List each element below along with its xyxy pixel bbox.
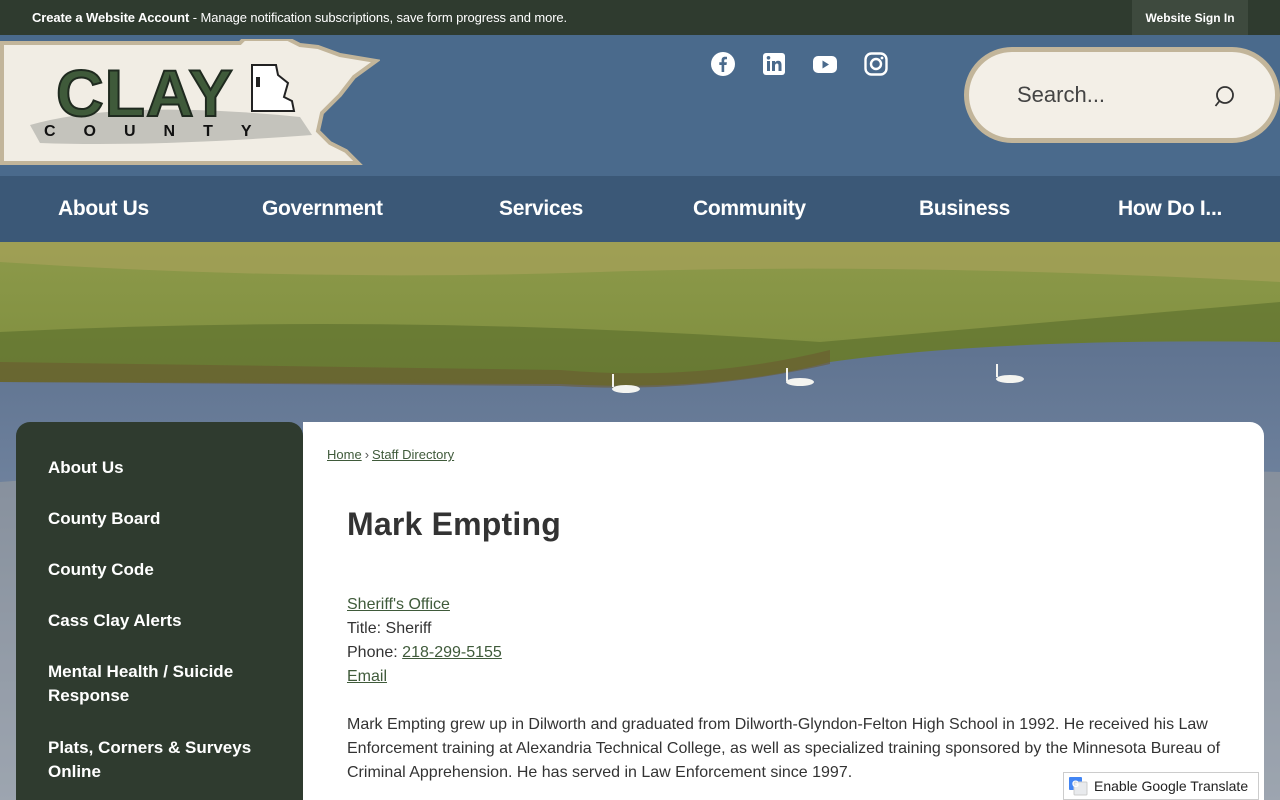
instagram-icon[interactable] <box>863 51 889 77</box>
phone-link[interactable]: 218-299-5155 <box>402 644 502 661</box>
linkedin-icon[interactable] <box>761 51 787 77</box>
title-line: Title: Sheriff <box>347 617 502 641</box>
create-account-link[interactable]: Create a Website Account <box>32 10 189 25</box>
svg-text:CLAY: CLAY <box>56 56 234 130</box>
facebook-icon[interactable] <box>710 51 736 77</box>
phone-line: Phone: 218-299-5155 <box>347 641 502 665</box>
nav-how-do-i[interactable]: How Do I... <box>1118 176 1222 242</box>
sidebar-item-cass-clay-alerts[interactable]: Cass Clay Alerts <box>48 609 278 633</box>
top-bar: Create a Website Account - Manage notifi… <box>0 0 1280 35</box>
email-link[interactable]: Email <box>347 668 387 685</box>
sidebar-item-county-code[interactable]: County Code <box>48 558 278 582</box>
phone-label: Phone: <box>347 644 398 661</box>
main-navigation: About Us Government Services Community B… <box>0 176 1280 242</box>
title-value: Sheriff <box>385 620 432 637</box>
nav-services[interactable]: Services <box>499 176 583 242</box>
nav-government[interactable]: Government <box>262 176 383 242</box>
sidebar-nav: About Us County Board County Code Cass C… <box>16 422 303 800</box>
search-box <box>964 47 1280 143</box>
google-translate-label: Enable Google Translate <box>1094 778 1249 794</box>
site-header: CLAY COUNTY <box>0 35 1280 176</box>
breadcrumb-home-link[interactable]: Home <box>327 447 362 462</box>
search-input[interactable] <box>1017 80 1207 110</box>
sidebar-item-about-us[interactable]: About Us <box>48 456 278 480</box>
svg-text:G: G <box>1072 779 1079 789</box>
sidebar-item-county-board[interactable]: County Board <box>48 507 278 531</box>
account-notice: Create a Website Account - Manage notifi… <box>32 10 567 25</box>
search-icon[interactable] <box>1213 84 1239 110</box>
website-sign-in-button[interactable]: Website Sign In <box>1132 0 1248 35</box>
nav-about-us[interactable]: About Us <box>58 176 149 242</box>
youtube-icon[interactable] <box>812 51 838 77</box>
staff-info: Sheriff's Office Title: Sheriff Phone: 2… <box>347 593 502 689</box>
nav-community[interactable]: Community <box>693 176 806 242</box>
clay-county-logo[interactable]: CLAY COUNTY <box>0 37 382 165</box>
page-title: Mark Empting <box>347 506 561 542</box>
google-translate-icon: G <box>1068 776 1088 796</box>
breadcrumb: Home › Staff Directory <box>327 447 454 462</box>
main-content: Home › Staff Directory Mark Empting Sherif… <box>303 422 1264 800</box>
sidebar-item-plats-surveys[interactable]: Plats, Corners & Surveys Online <box>48 736 278 784</box>
breadcrumb-separator: › <box>364 447 370 462</box>
nav-business[interactable]: Business <box>919 176 1010 242</box>
title-label: Title: <box>347 620 382 637</box>
breadcrumb-staff-directory-link[interactable]: Staff Directory <box>372 447 454 462</box>
sidebar-item-mental-health[interactable]: Mental Health / Suicide Response <box>48 660 278 708</box>
clay-county-logo-graphic: CLAY COUNTY <box>0 37 382 165</box>
department-link[interactable]: Sheriff's Office <box>347 596 450 613</box>
google-translate-button[interactable]: G Enable Google Translate <box>1063 772 1259 800</box>
account-notice-text: - Manage notification subscriptions, sav… <box>189 10 568 25</box>
svg-text:COUNTY: COUNTY <box>44 123 280 140</box>
